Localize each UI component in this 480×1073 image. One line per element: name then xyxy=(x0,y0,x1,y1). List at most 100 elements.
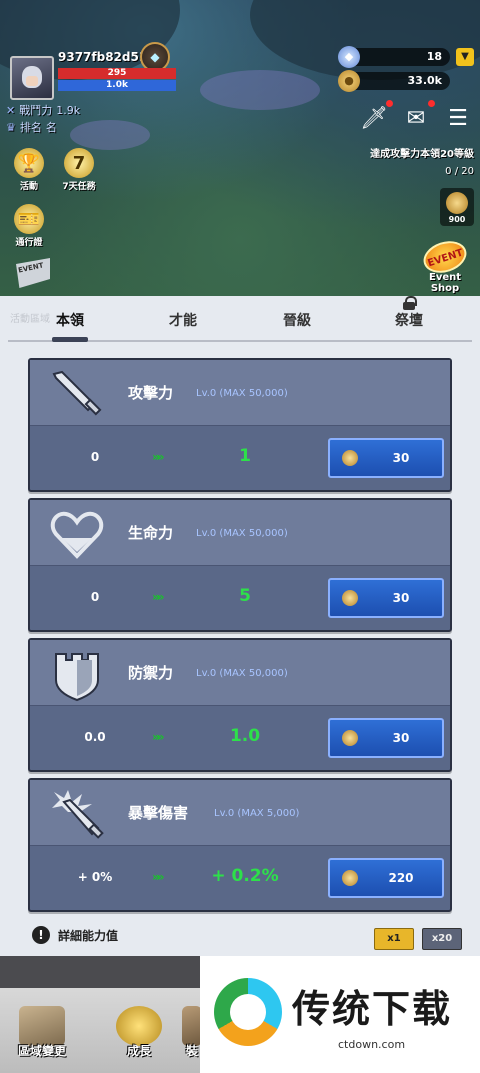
stat-card-health: 生命力 Lv.0 (MAX 50,000) 0 »» 5 30 xyxy=(28,498,452,632)
ranking[interactable]: ♛ 排名 名 xyxy=(6,119,57,135)
upgrade-cost: 30 xyxy=(392,451,410,465)
game-scene: 9377fb82d516 ◆ 295 1.0k ✕ 戰鬥力 1.9k ♛ 排名 … xyxy=(0,0,480,300)
arrow-icon: »» xyxy=(152,870,164,884)
combat-power-label: 戰鬥力 xyxy=(19,104,53,117)
activity-button[interactable]: 🏆 活動 xyxy=(6,148,52,192)
currency-dropdown-button[interactable]: ▼ xyxy=(456,48,474,66)
next-value: + 0.2% xyxy=(211,866,279,886)
quest-reward[interactable]: 900 xyxy=(440,188,474,226)
burst-sword-icon xyxy=(52,790,104,839)
seven-day-label: 7天任務 xyxy=(62,182,96,192)
bottom-strip xyxy=(0,956,200,988)
gold-coin-icon xyxy=(342,730,358,746)
gold-coin-icon xyxy=(342,590,358,606)
sword-icon xyxy=(52,370,102,416)
tab-promotion[interactable]: 晉級 xyxy=(257,310,337,330)
stat-title: 暴擊傷害 xyxy=(128,804,189,822)
crossed-swords-icon: ✕ xyxy=(6,103,16,117)
quest-progress: 0 / 20 xyxy=(445,166,474,177)
armor-icon xyxy=(182,1006,202,1046)
current-value: 0 xyxy=(90,590,100,604)
upgrade-cost: 220 xyxy=(388,871,414,885)
watermark-title: 传统下载 xyxy=(292,987,453,1031)
gold-counter: ● 33.0k xyxy=(338,70,450,92)
next-value: 1 xyxy=(239,446,251,466)
upgrade-cost: 30 xyxy=(392,731,410,745)
gold-coin-icon: ● xyxy=(338,70,360,92)
quest-text[interactable]: 達成攻擊力本領20等級 xyxy=(370,145,474,160)
pass-label: 通行證 xyxy=(15,238,43,248)
gem-amount: 18 xyxy=(426,50,442,63)
tab-talent[interactable]: 才能 xyxy=(143,310,223,330)
menu-icon[interactable]: ☰ xyxy=(440,100,476,136)
castle-icon xyxy=(19,1006,65,1046)
stat-card-defense: 防禦力 Lv.0 (MAX 50,000) 0.0 »» 1.0 30 xyxy=(28,638,452,772)
arrow-icon: »» xyxy=(152,730,164,744)
growth-panel: 活動區域 本領 才能 晉級 祭壇 攻擊力 Lv.0 (MAX 50,000) 0… xyxy=(0,296,480,956)
detailed-stats-label: 詳細能力值 xyxy=(58,928,119,943)
rank-label: 排名 xyxy=(19,121,42,134)
pass-button[interactable]: 🎫 通行證 xyxy=(6,204,52,248)
current-value: 0.0 xyxy=(84,730,106,744)
stat-title: 生命力 xyxy=(128,524,174,542)
upgrade-button[interactable]: 30 xyxy=(328,438,444,478)
gem-counter: ◆ 18 xyxy=(338,46,450,68)
lock-icon xyxy=(403,296,417,310)
stat-level: Lv.0 (MAX 5,000) xyxy=(214,808,300,819)
next-value: 1.0 xyxy=(229,726,261,746)
event-shop-button[interactable]: EVENT Event Shop xyxy=(414,235,476,294)
diamond-icon: ◆ xyxy=(338,46,360,68)
nav-equipment-label: 裝 xyxy=(185,1044,198,1058)
gold-amount: 33.0k xyxy=(407,74,442,87)
nav-growth-label: 成長 xyxy=(126,1044,151,1058)
stat-title: 防禦力 xyxy=(128,664,174,682)
nav-growth[interactable]: 成長 xyxy=(116,1006,162,1059)
mp-bar: 1.0k xyxy=(58,80,176,91)
rank-value: 名 xyxy=(45,121,57,134)
tab-bar: 活動區域 本領 才能 晉級 祭壇 xyxy=(0,296,480,342)
combat-power-value: 1.9k xyxy=(56,103,81,117)
activity-label: 活動 xyxy=(19,182,38,192)
multiplier-x1-button[interactable]: x1 xyxy=(374,928,414,950)
seven-day-quest-button[interactable]: 7 7天任務 xyxy=(56,148,102,192)
gold-coin-icon xyxy=(342,870,358,886)
next-value: 5 xyxy=(239,586,251,606)
scene-glow xyxy=(70,120,150,150)
quest-reward-amount: 900 xyxy=(448,215,466,224)
watermark-url: ctdown.com xyxy=(338,1038,406,1051)
nav-region-change[interactable]: 區域變更 xyxy=(18,1006,66,1059)
upgrade-button[interactable]: 220 xyxy=(328,858,444,898)
trophy-icon: 🏆 xyxy=(14,148,44,178)
active-tab-indicator xyxy=(52,337,88,342)
upgrade-button[interactable]: 30 xyxy=(328,718,444,758)
combat-power: ✕ 戰鬥力 1.9k xyxy=(6,102,80,118)
current-value: 0 xyxy=(90,450,100,464)
upgrade-button[interactable]: 30 xyxy=(328,578,444,618)
stat-title: 攻擊力 xyxy=(128,384,174,402)
arrow-icon: »» xyxy=(152,450,164,464)
notification-dot xyxy=(428,100,435,107)
ticket-icon: 🎫 xyxy=(14,204,44,234)
stat-card-attack: 攻擊力 Lv.0 (MAX 50,000) 0 »» 1 30 xyxy=(28,358,452,492)
nav-equipment[interactable]: 裝 xyxy=(182,1006,202,1059)
scene-foliage xyxy=(250,0,480,80)
notification-dot xyxy=(386,100,393,107)
exclamation-icon: ! xyxy=(32,926,50,944)
player-avatar[interactable] xyxy=(10,56,54,100)
gold-coin-icon xyxy=(342,450,358,466)
event-shop-label: Event Shop xyxy=(428,272,462,294)
scene-glow xyxy=(200,70,320,110)
watermark: 传统下载 ctdown.com xyxy=(200,956,480,1073)
multiplier-x20-button[interactable]: x20 xyxy=(422,928,462,950)
tab-skills[interactable]: 本領 xyxy=(30,310,110,330)
seven-icon: 7 xyxy=(64,148,94,178)
detailed-stats-link[interactable]: ! 詳細能力值 xyxy=(32,926,118,944)
stat-level: Lv.0 (MAX 50,000) xyxy=(196,388,288,399)
crown-icon: ♛ xyxy=(6,120,16,134)
stat-card-crit-damage: 暴擊傷害 Lv.0 (MAX 5,000) + 0% »» + 0.2% 220 xyxy=(28,778,452,912)
upgrade-cost: 30 xyxy=(392,591,410,605)
current-value: + 0% xyxy=(77,870,113,884)
tab-altar[interactable]: 祭壇 xyxy=(369,310,449,330)
gold-coin-icon xyxy=(446,192,468,214)
heart-icon xyxy=(50,511,104,559)
